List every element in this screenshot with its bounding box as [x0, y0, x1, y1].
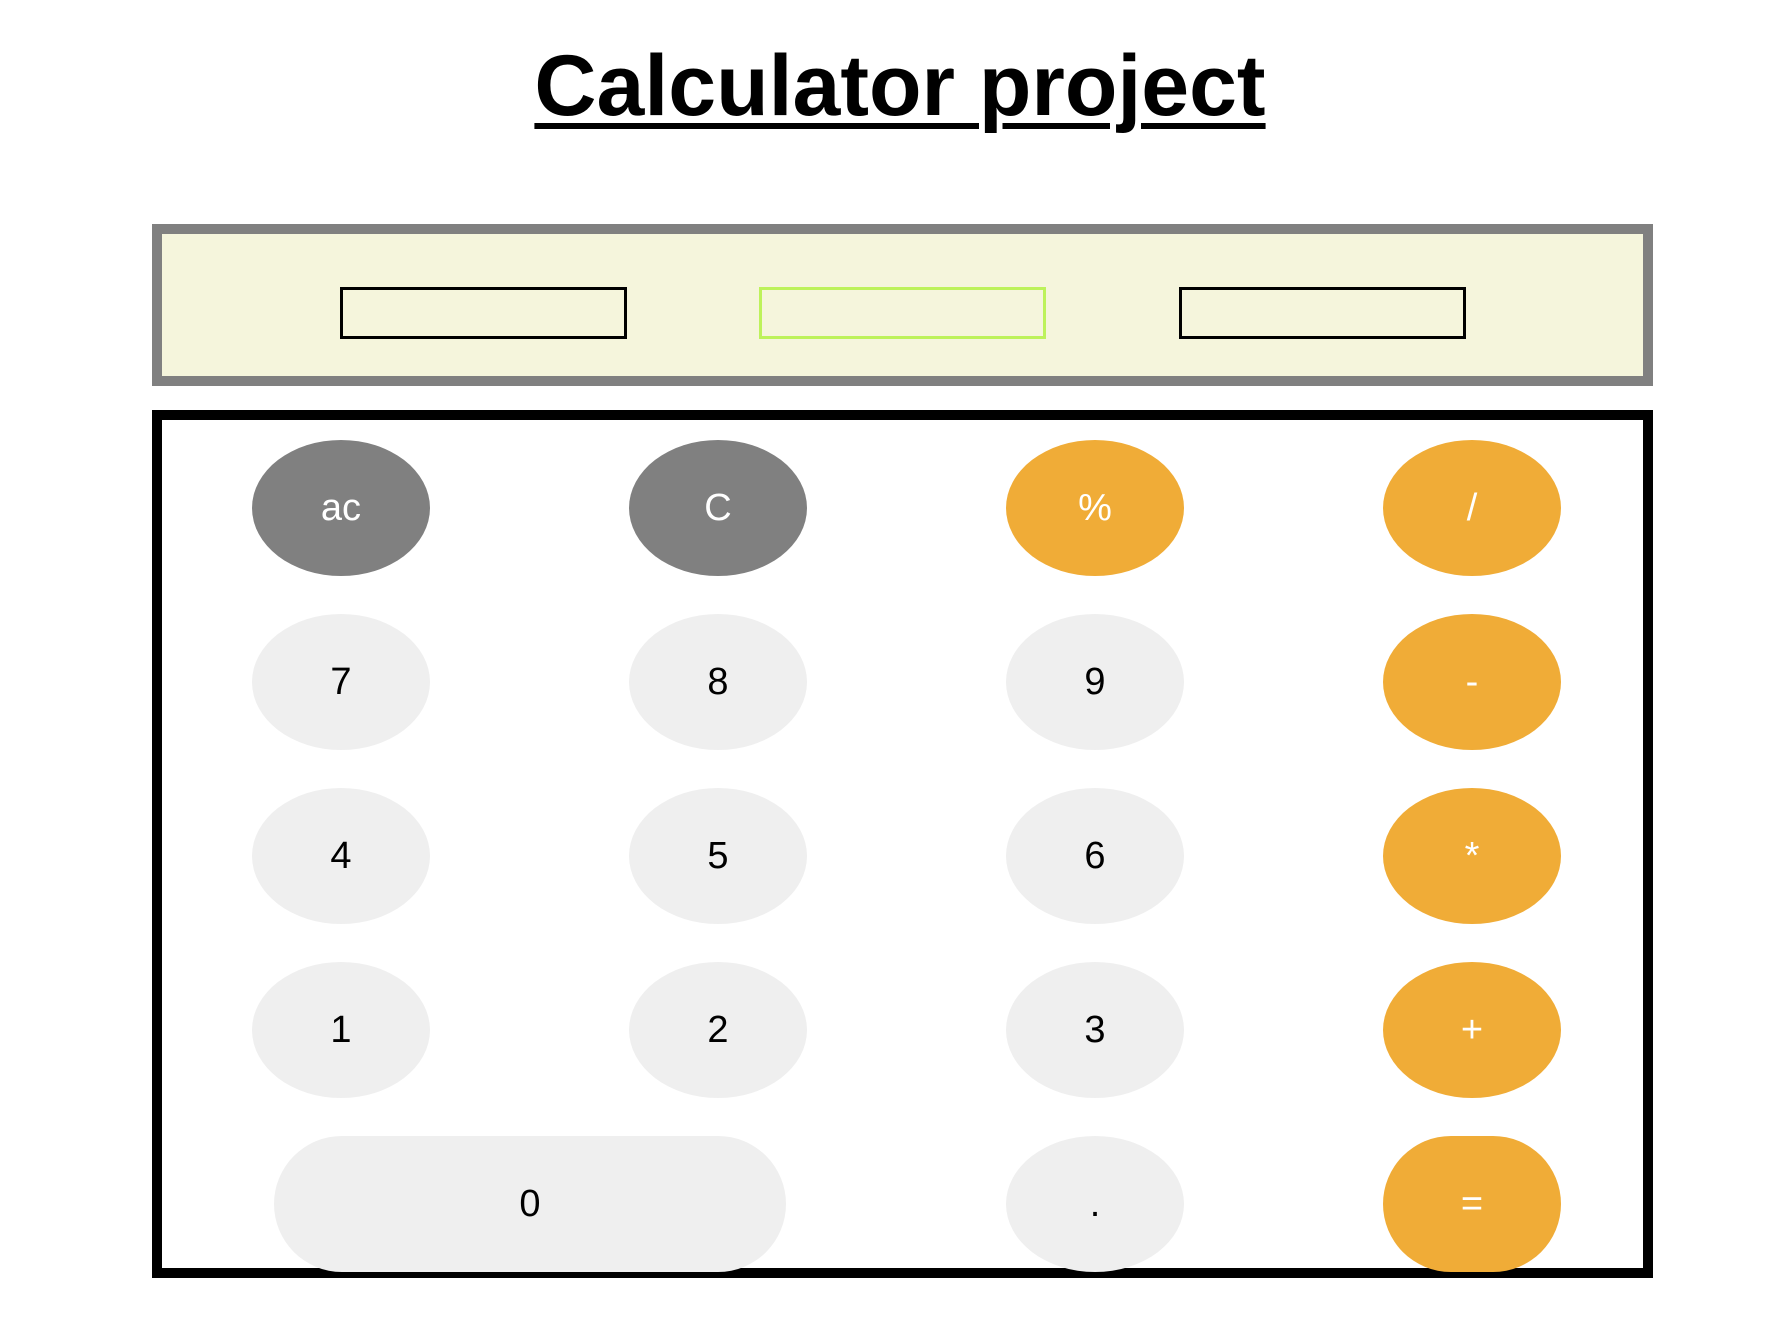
digit-3-button[interactable]: 3 [1006, 962, 1184, 1098]
all-clear-button[interactable]: ac [252, 440, 430, 576]
digit-8-button[interactable]: 8 [629, 614, 807, 750]
digit-6-button[interactable]: 6 [1006, 788, 1184, 924]
page-title: Calculator project [534, 38, 1266, 134]
subtract-button[interactable]: - [1383, 614, 1561, 750]
operator-field[interactable] [759, 287, 1046, 339]
first-operand-field[interactable] [340, 287, 627, 339]
digit-5-button[interactable]: 5 [629, 788, 807, 924]
add-button[interactable]: + [1383, 962, 1561, 1098]
digit-4-button[interactable]: 4 [252, 788, 430, 924]
digit-9-button[interactable]: 9 [1006, 614, 1184, 750]
multiply-button[interactable]: * [1383, 788, 1561, 924]
decimal-point-button[interactable]: . [1006, 1136, 1184, 1272]
digit-1-button[interactable]: 1 [252, 962, 430, 1098]
percent-button[interactable]: % [1006, 440, 1184, 576]
divide-button[interactable]: / [1383, 440, 1561, 576]
display-panel [152, 224, 1653, 386]
digit-2-button[interactable]: 2 [629, 962, 807, 1098]
keypad: ac C % / 7 8 9 - 4 5 6 * 1 2 3 + 0 . = [152, 410, 1653, 1278]
digit-0-button[interactable]: 0 [274, 1136, 786, 1272]
second-operand-field[interactable] [1179, 287, 1466, 339]
digit-7-button[interactable]: 7 [252, 614, 430, 750]
equals-button[interactable]: = [1383, 1136, 1561, 1272]
clear-button[interactable]: C [629, 440, 807, 576]
